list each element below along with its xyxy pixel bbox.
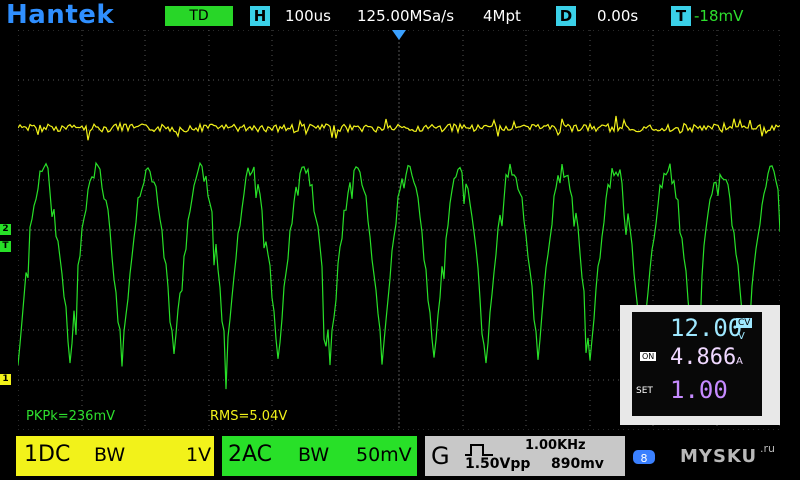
generator-offset: 890mv [551,456,604,472]
timebase[interactable]: 100us [285,7,331,25]
ch2-status[interactable]: 2AC BW 50mV [222,436,417,476]
trigger-level[interactable]: -18mV [694,7,743,25]
generator-status[interactable]: G 1.00KHz 1.50Vpp 890mv [425,436,625,476]
voltage-reading: 12.00 [670,314,743,342]
bottom-bar: 1DC BW 1V 2AC BW 50mV G 1.00KHz 1.50Vpp … [0,434,800,480]
generator-frequency: 1.00KHz [525,438,586,453]
ch2-scale: 50mV [356,444,412,466]
status-bar: Hantek TD H 100us 125.00MSa/s 4Mpt D 0.0… [0,0,800,30]
ch1-marker[interactable]: 1 [0,374,11,385]
set-label: SET [636,386,653,396]
generator-label: G [431,442,450,470]
svg-text:8: 8 [641,452,648,465]
square-wave-icon [465,444,493,456]
ch1-bw: BW [94,444,126,466]
ch2-label: 2AC [228,442,273,467]
power-supply-display: 12.00 CV V ON 4.866 A SET 1.00 [632,312,762,416]
watermark: MYSKU [680,446,758,467]
delay-value[interactable]: 0.00s [597,7,638,25]
ch2-bw: BW [298,444,330,466]
current-reading: 4.866 [670,345,737,370]
on-badge: ON [640,352,657,361]
generator-amplitude: 1.50Vpp [465,456,531,472]
current-unit: A [736,356,743,367]
memory-depth: 4Mpt [483,7,521,25]
ch1-status[interactable]: 1DC BW 1V [16,436,214,476]
trigger-position-icon [392,30,406,40]
trigger-label: T [671,6,691,26]
ch1-scale: 1V [186,444,212,466]
cv-badge: CV [736,318,753,328]
brand-logo: Hantek [6,0,115,30]
ch1-label: 1DC [24,442,71,467]
watermark-suffix: .ru [760,442,775,455]
battery-icon: 8 [633,450,655,465]
voltage-unit: V [738,331,745,342]
set-value: 1.00 [670,376,728,404]
delay-label: D [556,6,576,26]
pkpk-measurement: PKPk=236mV [26,409,115,424]
sample-rate: 125.00MSa/s [357,7,455,25]
rms-measurement: RMS=5.04V [210,409,288,424]
trigger-marker[interactable]: T [0,241,11,252]
ch2-marker[interactable]: 2 [0,224,11,235]
mode-badge[interactable]: TD [165,6,233,26]
horizontal-label: H [250,6,270,26]
